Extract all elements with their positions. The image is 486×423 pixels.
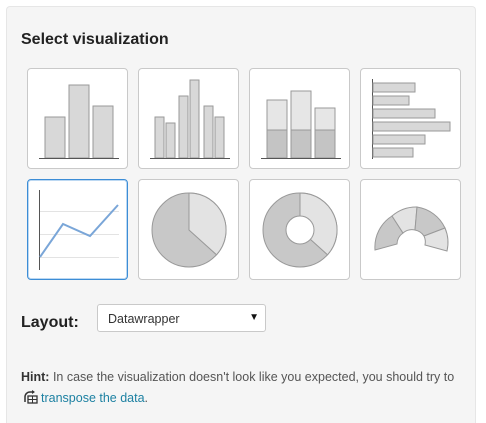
stacked-bar-chart-icon <box>261 90 341 159</box>
layout-label: Layout: <box>21 314 79 331</box>
panel-title: Select visualization <box>21 31 169 48</box>
viz-grouped-bar-chart[interactable] <box>138 68 239 169</box>
viz-horizontal-bar-chart[interactable] <box>360 68 461 169</box>
chevron-down-icon: ▼ <box>249 312 259 323</box>
hint-body: In case the visualization doesn't look l… <box>52 370 455 384</box>
pie-chart-icon <box>151 192 227 268</box>
viz-bar-chart[interactable] <box>27 68 128 169</box>
layout-select[interactable]: Datawrapper ▼ <box>97 304 266 332</box>
grouped-bar-chart-icon <box>150 79 230 159</box>
donut-chart-icon <box>262 192 338 268</box>
bar-chart-icon <box>39 84 119 159</box>
line-chart-icon <box>39 190 119 270</box>
viz-pie-chart[interactable] <box>138 179 239 280</box>
election-donut-chart-icon <box>374 206 449 252</box>
viz-stacked-bar-chart[interactable] <box>249 68 350 169</box>
viz-election-donut-chart[interactable] <box>360 179 461 280</box>
horizontal-bar-chart-icon <box>372 79 451 159</box>
hint-text: Hint: In case the visualization doesn't … <box>21 367 461 409</box>
hint-suffix: . <box>144 391 149 405</box>
transpose-icon <box>24 390 38 404</box>
viz-donut-chart[interactable] <box>249 179 350 280</box>
hint-prefix: Hint: <box>21 370 50 384</box>
viz-line-chart[interactable] <box>27 179 128 280</box>
layout-select-value: Datawrapper <box>108 312 180 326</box>
transpose-data-link[interactable]: transpose the data <box>41 391 145 405</box>
